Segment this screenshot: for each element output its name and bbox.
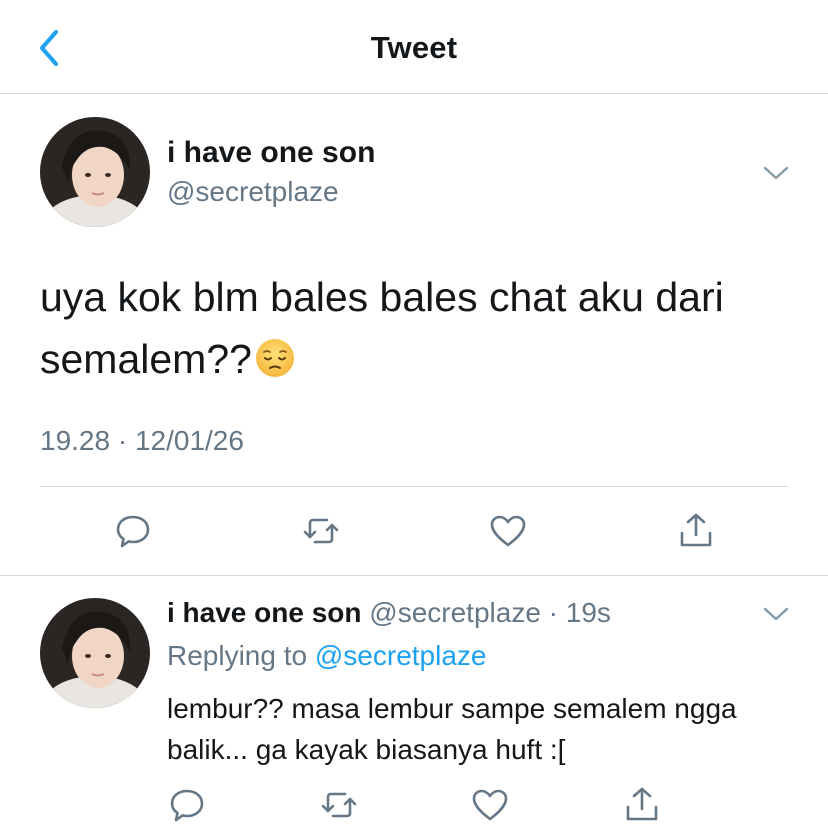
divider xyxy=(40,486,788,487)
divider xyxy=(0,575,828,576)
user-handle[interactable]: @secretplaze xyxy=(167,176,339,208)
reply-tweet-text: lembur?? masa lembur sampe semalem ngga … xyxy=(167,693,737,765)
comment-icon xyxy=(116,515,150,548)
profile-photo-icon xyxy=(40,598,150,708)
comment-icon xyxy=(170,789,204,822)
handle-and-time[interactable]: @secretplaze · 19s xyxy=(369,597,611,628)
profile-photo-icon xyxy=(40,117,150,227)
reply-header: i have one son @secretplaze · 19s xyxy=(167,597,611,629)
tweet-options-button[interactable] xyxy=(761,604,791,624)
tweet-text: uya kok blm bales bales chat aku dari se… xyxy=(40,266,800,390)
chevron-down-icon xyxy=(763,166,789,180)
retweet-icon xyxy=(321,792,357,818)
display-name[interactable]: i have one son xyxy=(167,597,362,628)
heart-icon xyxy=(472,789,508,821)
tweet-text-body: uya kok blm bales bales chat aku dari se… xyxy=(40,274,724,382)
share-icon xyxy=(626,787,658,821)
like-button[interactable] xyxy=(486,509,530,553)
chevron-down-icon xyxy=(763,607,789,621)
replying-to-label: Replying to xyxy=(167,640,308,671)
share-button[interactable] xyxy=(674,509,718,553)
tweet-timestamp: 19.28 · 12/01/26 xyxy=(40,425,244,456)
retweet-icon xyxy=(303,518,339,544)
page-title: Tweet xyxy=(370,30,458,65)
reply-button[interactable] xyxy=(111,509,155,553)
share-icon xyxy=(680,513,712,547)
avatar[interactable] xyxy=(40,117,150,227)
reply-button[interactable] xyxy=(165,783,209,827)
heart-icon xyxy=(490,515,526,547)
retweet-button[interactable] xyxy=(299,509,343,553)
like-button[interactable] xyxy=(468,783,512,827)
nav-bar: Tweet xyxy=(0,0,828,94)
replying-to-handle-link[interactable]: @secretplaze xyxy=(315,640,487,671)
retweet-button[interactable] xyxy=(317,783,361,827)
pensive-face-icon xyxy=(254,334,296,377)
tweet-options-button[interactable] xyxy=(761,163,791,183)
display-name[interactable]: i have one son xyxy=(167,136,375,170)
avatar[interactable] xyxy=(40,598,150,708)
share-button[interactable] xyxy=(620,783,664,827)
replying-to: Replying to @secretplaze xyxy=(167,640,486,672)
